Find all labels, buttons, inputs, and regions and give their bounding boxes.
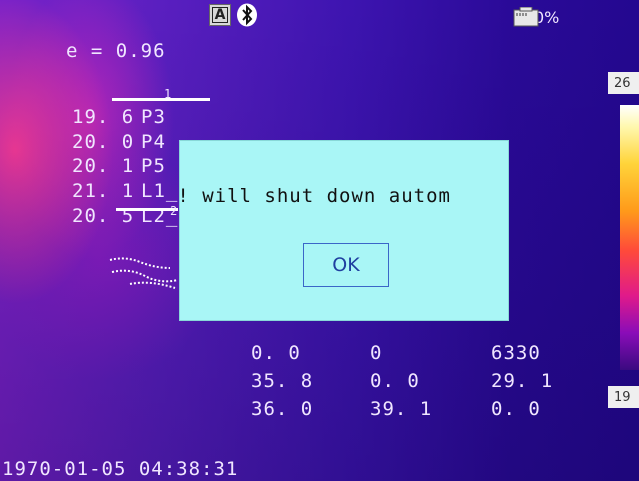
- measurement-label: P4: [141, 131, 166, 153]
- emissivity-readout: e = 0.96: [66, 40, 166, 62]
- ok-button[interactable]: OK: [303, 243, 389, 287]
- stats-cell: 0. 0: [251, 342, 301, 364]
- contour-outline: [109, 257, 179, 289]
- stats-cell: 0. 0: [370, 370, 420, 392]
- measurement-label: P5: [141, 155, 166, 177]
- stats-cell: 6330: [491, 342, 541, 364]
- stats-cell: 36. 0: [251, 398, 314, 420]
- scale-max-label: 26: [608, 72, 639, 94]
- bluetooth-icon: [236, 3, 258, 27]
- mode-a-letter: A: [211, 7, 229, 23]
- l1-marker-number: 2: [170, 204, 179, 218]
- p3-marker-number: 1: [164, 87, 173, 101]
- stats-cell: 39. 1: [370, 398, 433, 420]
- p3-marker-line[interactable]: [112, 98, 210, 101]
- scale-min-label: 19: [608, 386, 639, 408]
- measurement-value: 20. 1: [72, 155, 135, 177]
- low-battery-dialog: low! will shut down autom OK: [179, 140, 509, 321]
- stats-cell: 0: [370, 342, 383, 364]
- stats-cell: 29. 1: [491, 370, 554, 392]
- l1-marker-line[interactable]: [116, 208, 178, 211]
- thermal-image: A 0% e = 0.96 19. 6 P3 20. 0 P4 20. 1 P5…: [0, 0, 639, 481]
- measurement-value: 19. 6: [72, 106, 135, 128]
- dialog-message: low! will shut down autom: [180, 185, 451, 207]
- measurement-label: P3: [141, 106, 166, 128]
- measurement-value: 21. 1: [72, 180, 135, 202]
- measurement-value: 20. 0: [72, 131, 135, 153]
- mode-a-icon: A: [209, 4, 231, 26]
- battery-icon: [512, 6, 540, 27]
- color-scale-bar: [620, 105, 639, 370]
- stats-cell: 0. 0: [491, 398, 541, 420]
- stats-cell: 35. 8: [251, 370, 314, 392]
- timestamp: 1970-01-05 04:38:31: [2, 458, 239, 480]
